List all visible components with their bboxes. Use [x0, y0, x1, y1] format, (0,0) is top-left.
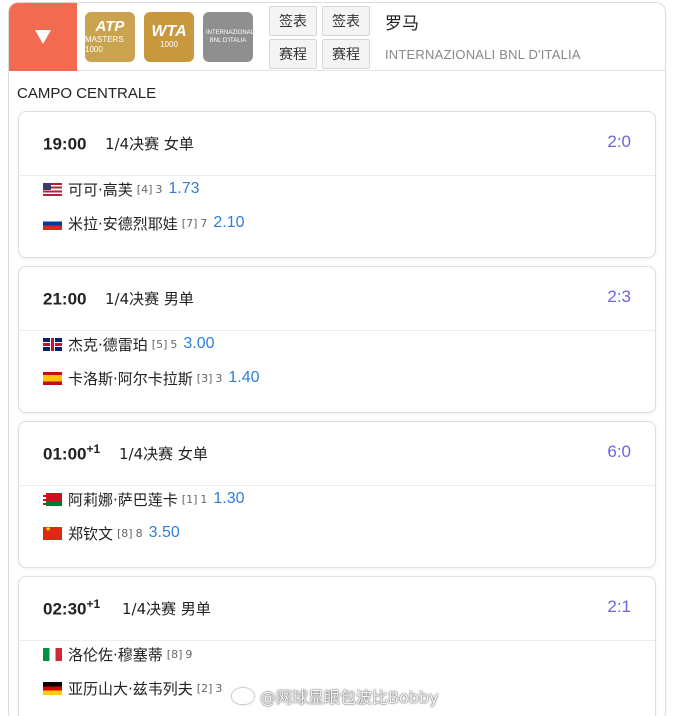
- player-row[interactable]: 米拉·安德烈耶娃 [7] 7 2.10: [43, 212, 245, 234]
- tournament-name: 罗马: [385, 14, 419, 34]
- player-seed: [1]: [181, 492, 198, 506]
- player-name: 阿莉娜·萨巴莲卡: [68, 490, 178, 509]
- player-row[interactable]: 亚历山大·兹韦列夫 [2] 3: [43, 677, 228, 699]
- weibo-watermark: @网球显眼包波比Bobby: [232, 684, 439, 708]
- match-score: 2:3: [607, 287, 631, 306]
- match-round: 1/4决赛 女单: [119, 445, 208, 463]
- match-round: 1/4决赛 男单: [105, 290, 194, 308]
- player-row[interactable]: 洛伦佐·穆塞蒂 [8] 9: [43, 643, 198, 665]
- player-seed: [3]: [196, 371, 213, 385]
- player-odds[interactable]: 2.10: [213, 214, 244, 232]
- player-seed: [8]: [117, 526, 133, 540]
- match-round: 1/4决赛 男单: [122, 600, 211, 618]
- player-row[interactable]: 可可·高芙 [4] 3 1.73: [43, 178, 200, 200]
- collapse-toggle-button[interactable]: [9, 3, 77, 71]
- tournament-header: ATP MASTERS 1000 WTA 1000 INTERNAZIONALI…: [9, 3, 665, 71]
- schedule-button-2[interactable]: 赛程: [322, 39, 370, 69]
- match-header: 21:00 1/4决赛 男单 2:3: [19, 267, 655, 331]
- match-card[interactable]: 21:00 1/4决赛 男单 2:3 杰克·德雷珀 [5] 5 3.00 卡洛斯…: [18, 266, 656, 413]
- player-seed: [4]: [136, 182, 153, 196]
- player-odds[interactable]: 3.00: [183, 335, 214, 353]
- player-name: 可可·高芙: [68, 180, 133, 199]
- player-name: 米拉·安德烈耶娃: [68, 214, 178, 233]
- wta-1000-logo: WTA 1000: [144, 12, 194, 62]
- ibi-logo-text: INTERNAZIONALI BNL D'ITALIA: [206, 30, 256, 44]
- player-games: 3: [215, 681, 223, 695]
- schedule-panel: ATP MASTERS 1000 WTA 1000 INTERNAZIONALI…: [8, 2, 666, 716]
- player-row[interactable]: 郑钦文 [8] 8 3.50: [43, 522, 180, 544]
- player-seed: [8]: [166, 647, 183, 661]
- player-games: 7: [200, 216, 208, 230]
- player-name: 杰克·德雷珀: [68, 335, 148, 354]
- player-name: 卡洛斯·阿尔卡拉斯: [68, 369, 193, 388]
- uk-flag-icon: [43, 337, 62, 351]
- match-header: 19:00 1/4决赛 女单 2:0: [19, 112, 655, 176]
- germany-flag-icon: [43, 681, 62, 695]
- wta-logo-subtext: 1000: [160, 40, 178, 49]
- player-row[interactable]: 阿莉娜·萨巴莲卡 [1] 1 1.30: [43, 488, 245, 510]
- us-flag-icon: [43, 182, 62, 196]
- atp-logo-subtext: MASTERS 1000: [85, 35, 124, 54]
- player-seed: [5]: [151, 337, 168, 351]
- schedule-button-1[interactable]: 赛程: [269, 39, 317, 69]
- player-row[interactable]: 杰克·德雷珀 [5] 5 3.00: [43, 333, 215, 355]
- player-seed: [2]: [196, 681, 213, 695]
- match-time: 02:30+1: [43, 597, 101, 619]
- player-odds[interactable]: 1.40: [228, 369, 259, 387]
- atp-logo-text: ATP: [95, 18, 125, 35]
- player-row[interactable]: 卡洛斯·阿尔卡拉斯 [3] 3 1.40: [43, 367, 260, 389]
- russia-flag-icon: [43, 216, 62, 230]
- player-name: 亚历山大·兹韦列夫: [68, 679, 193, 698]
- player-games: 3: [155, 182, 163, 196]
- triangle-down-icon: [35, 30, 51, 44]
- italy-flag-icon: [43, 647, 62, 661]
- player-games: 9: [185, 647, 193, 661]
- match-round: 1/4决赛 女单: [105, 135, 194, 153]
- china-flag-icon: [43, 526, 62, 540]
- player-name: 郑钦文: [68, 524, 114, 543]
- player-odds[interactable]: 1.30: [213, 490, 244, 508]
- player-games: 8: [135, 526, 143, 540]
- player-odds[interactable]: 3.50: [149, 524, 180, 542]
- match-time: 01:00+1: [43, 442, 101, 464]
- weibo-icon: [232, 688, 254, 704]
- watermark-text: @网球显眼包波比Bobby: [260, 688, 439, 707]
- internazionali-logo: INTERNAZIONALI BNL D'ITALIA: [203, 12, 256, 62]
- player-games: 5: [170, 337, 178, 351]
- spain-flag-icon: [43, 371, 62, 385]
- match-header: 01:00+1 1/4决赛 女单 6:0: [19, 422, 655, 486]
- player-games: 1: [200, 492, 208, 506]
- match-time: 19:00: [43, 134, 87, 154]
- player-odds[interactable]: 1.73: [168, 180, 199, 198]
- match-time: 21:00: [43, 289, 87, 309]
- draw-button-2[interactable]: 签表: [322, 6, 370, 36]
- player-games: 3: [215, 371, 223, 385]
- player-name: 洛伦佐·穆塞蒂: [68, 645, 163, 664]
- draw-button-1[interactable]: 签表: [269, 6, 317, 36]
- atp-masters-logo: ATP MASTERS 1000: [85, 12, 135, 62]
- match-score: 2:0: [607, 132, 631, 151]
- match-header: 02:30+1 1/4决赛 男单 2:1: [19, 577, 655, 641]
- belarus-flag-icon: [43, 492, 62, 506]
- tournament-subtitle: INTERNAZIONALI BNL D'ITALIA: [385, 47, 581, 62]
- match-score: 2:1: [607, 597, 631, 616]
- player-seed: [7]: [181, 216, 198, 230]
- match-card[interactable]: 19:00 1/4决赛 女单 2:0 可可·高芙 [4] 3 1.73 米拉·安…: [18, 111, 656, 258]
- court-name: CAMPO CENTRALE: [17, 85, 157, 102]
- match-card[interactable]: 01:00+1 1/4决赛 女单 6:0 阿莉娜·萨巴莲卡 [1] 1 1.30…: [18, 421, 656, 568]
- match-score: 6:0: [607, 442, 631, 461]
- wta-logo-text: WTA: [151, 23, 187, 40]
